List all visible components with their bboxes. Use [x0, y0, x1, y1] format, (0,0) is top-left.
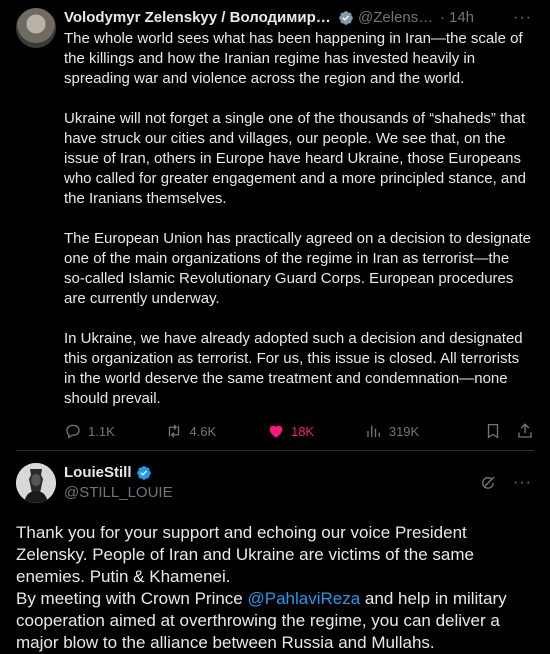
- verified-badge-icon: [339, 11, 353, 25]
- action-bar: 1.1K 4.6K 18K 319K: [64, 422, 534, 440]
- divider: [16, 450, 534, 451]
- repost-icon: [169, 424, 180, 438]
- repost-button[interactable]: 4.6K: [165, 422, 216, 440]
- like-button[interactable]: 18K: [267, 422, 314, 440]
- reply-body: Thank you for your support and echoing o…: [16, 522, 534, 654]
- tweet-paragraph: Ukraine will not forget a single one of …: [64, 110, 526, 207]
- tweet-paragraph: In Ukraine, we have already adopted such…: [64, 330, 523, 407]
- reply-icon: [66, 424, 80, 439]
- reply-author-handle[interactable]: @STILL_LOUIE: [64, 483, 173, 503]
- main-tweet[interactable]: Volodymyr Zelenskyy / Володимир Зеле… @Z…: [0, 0, 550, 451]
- tweet-time[interactable]: 14h: [449, 8, 474, 28]
- views-button[interactable]: 319K: [365, 422, 419, 440]
- mention-link[interactable]: @PahlaviReza: [247, 589, 360, 608]
- grok-icon[interactable]: [479, 474, 497, 492]
- like-count: 18K: [290, 423, 315, 439]
- like-icon: [269, 425, 283, 438]
- share-icon[interactable]: [516, 422, 534, 440]
- repost-count: 4.6K: [189, 423, 217, 439]
- tweet-paragraph: The European Union has practically agree…: [64, 230, 531, 307]
- bookmark-icon[interactable]: [484, 422, 502, 440]
- verified-badge-icon: [136, 466, 151, 480]
- reply-text-part: Thank you for your support and echoing o…: [16, 523, 474, 586]
- reply-tweet[interactable]: LouieStill @STILL_LOUIE ··· Thank you fo…: [0, 451, 550, 654]
- reply-text-part: By meeting with Crown Prince: [16, 589, 248, 608]
- author-handle[interactable]: @Zelensky…: [358, 8, 436, 28]
- author-name[interactable]: Volodymyr Zelenskyy / Володимир Зеле…: [64, 8, 334, 28]
- more-icon[interactable]: ···: [511, 8, 534, 28]
- avatar[interactable]: [16, 463, 56, 503]
- reply-count: 1.1K: [88, 423, 115, 439]
- tweet-body: The whole world sees what has been happe…: [64, 29, 534, 409]
- views-icon: [367, 425, 380, 437]
- tweet-paragraph: The whole world sees what has been happe…: [64, 30, 523, 87]
- tweet-header: Volodymyr Zelenskyy / Володимир Зеле… @Z…: [64, 8, 534, 28]
- more-icon[interactable]: ···: [511, 474, 534, 492]
- reply-button[interactable]: 1.1K: [64, 422, 115, 440]
- reply-author-name[interactable]: LouieStill: [64, 463, 132, 483]
- avatar[interactable]: [16, 8, 56, 48]
- avatar-image: [16, 463, 56, 503]
- views-count: 319K: [388, 423, 420, 439]
- separator-dot: ·: [440, 9, 445, 26]
